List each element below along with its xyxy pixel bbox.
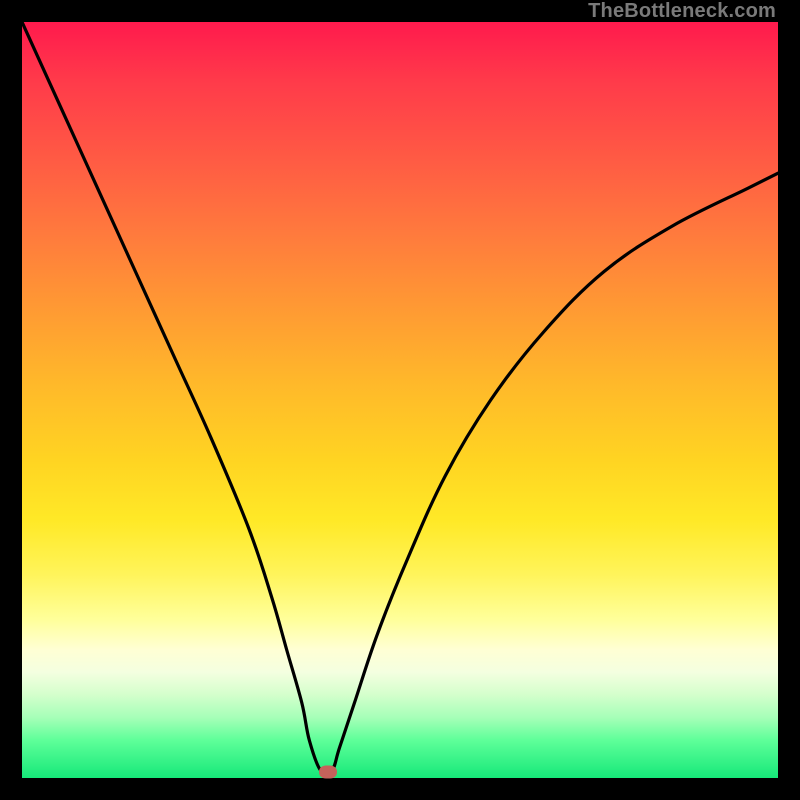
plot-area xyxy=(22,22,778,778)
watermark-text: TheBottleneck.com xyxy=(588,0,776,23)
chart-frame: TheBottleneck.com xyxy=(0,0,800,800)
minimum-marker xyxy=(319,765,337,778)
bottleneck-curve xyxy=(22,22,778,778)
